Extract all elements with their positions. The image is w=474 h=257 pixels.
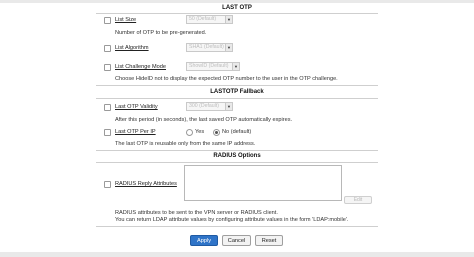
list-algorithm-select[interactable]: SHA1 (Default) ▼: [186, 43, 233, 52]
apply-button[interactable]: Apply: [190, 235, 218, 246]
last-otp-per-ip-checkbox[interactable]: [104, 129, 111, 136]
chevron-down-icon: ▼: [225, 103, 232, 110]
list-challenge-mode-value: ShowID (Default): [189, 63, 229, 69]
chevron-down-icon: ▼: [232, 63, 239, 70]
divider: [96, 85, 378, 86]
list-size-value: 50 (Default): [189, 16, 217, 22]
list-size-checkbox[interactable]: [104, 17, 111, 24]
list-algorithm-label: List Algorithm: [115, 45, 149, 51]
per-ip-no-radio[interactable]: [213, 129, 220, 136]
list-size-label: List Size: [115, 17, 137, 23]
top-bar: [0, 0, 474, 3]
list-algorithm-checkbox[interactable]: [104, 45, 111, 52]
divider: [96, 98, 378, 99]
divider: [96, 162, 378, 163]
cancel-button[interactable]: Cancel: [222, 235, 251, 246]
last-otp-validity-label: Last OTP Validity: [115, 104, 158, 110]
reset-button[interactable]: Reset: [255, 235, 283, 246]
last-otp-validity-select[interactable]: 300 (Default) ▼: [186, 102, 233, 111]
list-challenge-mode-label: List Challenge Mode: [115, 64, 166, 70]
per-ip-yes-label: Yes: [195, 129, 205, 135]
radius-reply-attributes-textarea[interactable]: [184, 165, 342, 201]
divider: [96, 226, 378, 227]
bottom-bar: [0, 252, 474, 257]
per-ip-yes-radio[interactable]: [186, 129, 193, 136]
radius-description-2: You can return LDAP attribute values by …: [115, 217, 349, 223]
edit-button[interactable]: Edit: [344, 196, 372, 204]
last-otp-validity-checkbox[interactable]: [104, 104, 111, 111]
chevron-down-icon: ▼: [225, 16, 232, 23]
last-otp-validity-value: 300 (Default): [189, 103, 219, 109]
list-challenge-mode-select[interactable]: ShowID (Default) ▼: [186, 62, 240, 71]
list-algorithm-value: SHA1 (Default): [189, 44, 224, 50]
divider: [96, 150, 378, 151]
radius-reply-attributes-checkbox[interactable]: [104, 181, 111, 188]
last-otp-per-ip-label: Last OTP Per IP: [115, 129, 156, 135]
list-challenge-mode-checkbox[interactable]: [104, 64, 111, 71]
last-otp-validity-description: After this period (in seconds), the last…: [115, 117, 293, 123]
list-challenge-mode-description: Choose HideID not to display the expecte…: [115, 76, 338, 82]
section-title-last-otp: LAST OTP: [222, 5, 252, 11]
section-title-lastotp-fallback: LASTOTP Fallback: [210, 89, 264, 95]
last-otp-per-ip-description: The last OTP is reusable only from the s…: [115, 141, 256, 147]
chevron-down-icon: ▼: [225, 44, 232, 51]
list-size-description: Number of OTP to be pre-generated.: [115, 30, 207, 36]
radius-description-1: RADIUS attributes to be sent to the VPN …: [115, 210, 278, 216]
radius-reply-attributes-label: RADIUS Reply Attributes: [115, 181, 177, 187]
divider: [96, 13, 378, 14]
per-ip-no-label: No (default): [222, 129, 252, 135]
section-title-radius-options: RADIUS Options: [213, 153, 261, 159]
list-size-select[interactable]: 50 (Default) ▼: [186, 15, 233, 24]
